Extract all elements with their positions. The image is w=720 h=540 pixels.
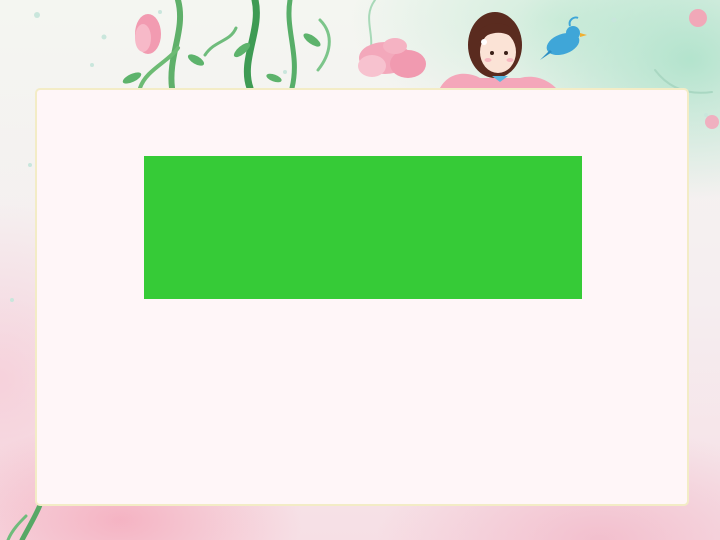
girl-illustration [440, 12, 556, 88]
slide-background [0, 0, 720, 540]
bird-illustration [540, 16, 587, 60]
green-placeholder-block [144, 156, 582, 299]
